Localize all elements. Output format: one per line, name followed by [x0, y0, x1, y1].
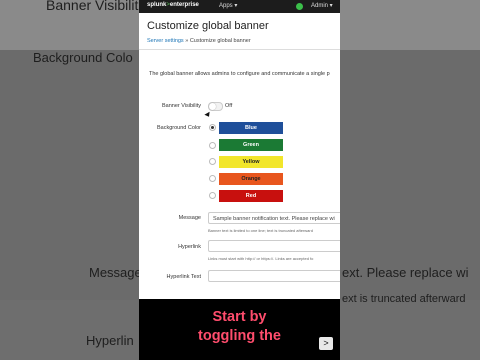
caption-line-1: Start by: [212, 309, 267, 325]
bg-text: Background Colo: [33, 50, 133, 65]
hyperlink-text-label: Hyperlink Text: [166, 274, 201, 280]
next-button[interactable]: >: [319, 337, 333, 350]
breadcrumb-current: Customize global banner: [189, 38, 251, 44]
phone-screen: splunk>enterprise Apps ▾ Admin ▾ Customi…: [139, 0, 340, 360]
radio-blue[interactable]: [209, 124, 216, 131]
splunk-logo[interactable]: splunk>enterprise: [147, 2, 199, 8]
toggle-state-label: Off: [225, 103, 233, 109]
bg-text: ext is truncated afterward: [342, 293, 466, 305]
message-label: Message: [178, 215, 201, 221]
page-description: The global banner allows admins to confi…: [149, 71, 330, 77]
bg-text: ext. Please replace wi: [342, 265, 469, 280]
caption-line-2: toggling the: [198, 328, 281, 344]
banner-visibility-toggle[interactable]: [208, 102, 223, 111]
bg-text: Message: [89, 265, 142, 280]
radio-red[interactable]: [209, 192, 216, 199]
banner-visibility-label: Banner Visibility: [161, 103, 201, 109]
color-option-red[interactable]: Red: [219, 190, 283, 202]
toggle-knob: [209, 103, 216, 110]
radio-orange[interactable]: [209, 175, 216, 182]
color-option-yellow[interactable]: Yellow: [219, 156, 283, 168]
bg-text: Hyperlin: [86, 333, 134, 348]
color-option-orange[interactable]: Orange: [219, 173, 283, 185]
message-help-text: Banner text is limited to one line; text…: [208, 228, 313, 233]
top-navigation-bar: splunk>enterprise Apps ▾ Admin ▾: [139, 0, 340, 13]
bg-text: Banner Visibilit: [46, 0, 139, 13]
breadcrumb-link-server-settings[interactable]: Server settings: [147, 38, 184, 44]
color-option-green[interactable]: Green: [219, 139, 283, 151]
hyperlink-text-input[interactable]: [208, 270, 340, 282]
radio-yellow[interactable]: [209, 158, 216, 165]
hyperlink-help-text: Links must start with http:// or https:/…: [208, 256, 314, 261]
color-option-blue[interactable]: Blue: [219, 122, 283, 134]
breadcrumb: Server settings » Customize global banne…: [147, 38, 251, 44]
hyperlink-label: Hyperlink: [178, 244, 201, 250]
divider: [139, 49, 340, 50]
health-status-icon[interactable]: [296, 3, 303, 10]
mouse-pointer-icon: [204, 111, 212, 119]
page-title: Customize global banner: [147, 20, 269, 32]
apps-menu[interactable]: Apps ▾: [219, 2, 237, 9]
message-input[interactable]: Sample banner notification text. Please …: [208, 212, 340, 224]
admin-menu[interactable]: Admin ▾: [311, 2, 333, 9]
radio-green[interactable]: [209, 142, 216, 149]
background-color-label: Background Color: [156, 125, 201, 131]
hyperlink-input[interactable]: [208, 240, 340, 252]
